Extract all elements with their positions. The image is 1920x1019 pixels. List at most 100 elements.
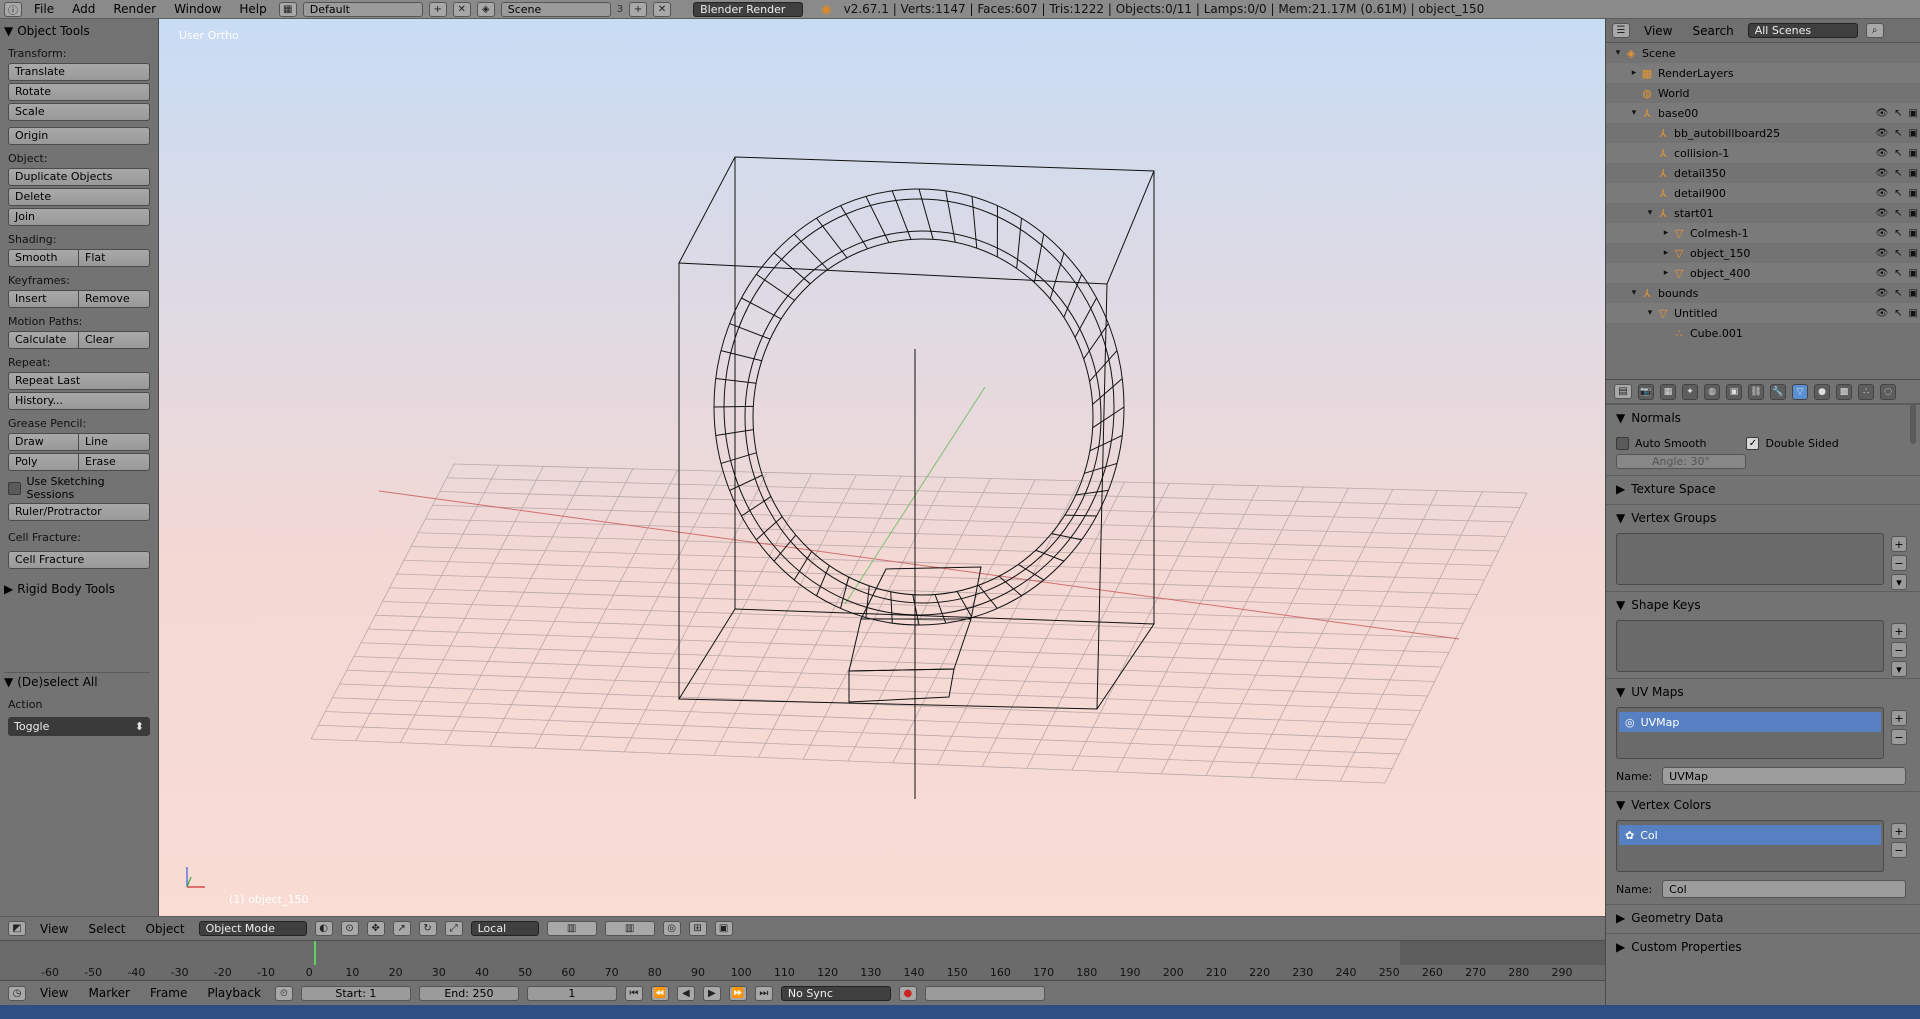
clear-button[interactable]: Clear [79, 331, 150, 349]
physics-tab-icon[interactable]: ◌ [1880, 383, 1896, 400]
cursor-icon[interactable]: ↖ [1894, 188, 1902, 199]
eye-icon[interactable]: 👁 [1875, 308, 1888, 319]
history-button[interactable]: History... [8, 392, 150, 410]
render-tab-icon[interactable]: 📷 [1638, 383, 1654, 400]
add-icon[interactable]: + [1891, 536, 1907, 552]
normals-panel-header[interactable]: ▼ Normals [1616, 409, 1910, 427]
cursor-icon[interactable]: ↖ [1894, 248, 1902, 259]
proportional-icon[interactable]: ◎ [662, 921, 681, 936]
end-frame-field[interactable]: End: 250 [418, 985, 519, 1001]
outliner-row-scene[interactable]: ▾ ◈ Scene [1606, 43, 1920, 63]
outliner-row-world[interactable]: ◍ World [1606, 83, 1920, 103]
eye-icon[interactable]: 👁 [1875, 208, 1888, 219]
add-icon[interactable]: + [1891, 623, 1907, 639]
vertex-colors-list[interactable]: ✿ Col + − [1616, 820, 1907, 872]
menu-down-icon[interactable]: ▾ [1891, 574, 1907, 590]
layers-grid-icon[interactable]: ▥ [546, 921, 597, 936]
eye-icon[interactable]: 👁 [1875, 228, 1888, 239]
menu-file[interactable]: File [28, 2, 60, 16]
cursor-icon[interactable]: ↖ [1894, 128, 1902, 139]
insert-keyframe-button[interactable]: Insert [8, 290, 79, 308]
mode-select[interactable]: Object Mode [198, 921, 307, 936]
outliner-row-colmesh-1[interactable]: ▸ ▽ Colmesh-1 👁 ↖ ▣ [1606, 223, 1920, 243]
camera-icon[interactable]: ▣ [1909, 168, 1918, 179]
delete-button[interactable]: Delete [8, 188, 150, 206]
layout-add-icon[interactable]: + [428, 1, 447, 17]
current-frame-field[interactable]: 1 [526, 985, 617, 1001]
layers-grid-2-icon[interactable]: ▥ [604, 921, 655, 936]
disclosure-triangle-icon[interactable]: ▾ [1644, 207, 1656, 219]
calculate-button[interactable]: Calculate [8, 331, 79, 349]
vertex-groups-list[interactable]: + − ▾ [1616, 533, 1907, 590]
disclosure-triangle-icon[interactable]: ▾ [1644, 307, 1656, 319]
uv-maps-panel-header[interactable]: ▼ UV Maps [1616, 683, 1910, 701]
outliner-editor-icon[interactable]: ☰ [1612, 23, 1630, 38]
menu-object[interactable]: Object [140, 922, 191, 936]
outliner-row-detail900[interactable]: ⅄ detail900 👁 ↖ ▣ [1606, 183, 1920, 203]
tl-menu-marker[interactable]: Marker [82, 986, 135, 1000]
menu-render[interactable]: Render [107, 2, 162, 16]
camera-icon[interactable]: ▣ [1909, 148, 1918, 159]
sketching-sessions-checkbox[interactable]: Use Sketching Sessions [8, 475, 150, 501]
current-frame-cursor[interactable] [314, 941, 316, 965]
orientation-select[interactable]: Local [470, 921, 539, 936]
scene-tab-icon[interactable]: ✦ [1682, 383, 1698, 400]
tl-menu-frame[interactable]: Frame [144, 986, 193, 1000]
auto-smooth-checkbox[interactable]: Auto Smooth [1616, 437, 1706, 450]
outliner-row-renderlayers[interactable]: ▸ ▦ RenderLayers [1606, 63, 1920, 83]
scene-icon[interactable]: ◈ [476, 1, 495, 17]
shape-keys-panel-header[interactable]: ▼ Shape Keys [1616, 596, 1910, 614]
tl-menu-view[interactable]: View [34, 986, 74, 1000]
3d-viewport[interactable]: User Ortho (1) object_150 [159, 19, 1605, 916]
repeat-last-button[interactable]: Repeat Last [8, 372, 150, 390]
menu-down-icon[interactable]: ▾ [1891, 661, 1907, 677]
outliner-row-base00[interactable]: ▾ ⅄ base00 👁 ↖ ▣ [1606, 103, 1920, 123]
menu-view[interactable]: View [34, 922, 74, 936]
properties-scrollbar[interactable] [1910, 404, 1916, 444]
rotate-button[interactable]: Rotate [8, 83, 150, 101]
layout-close-icon[interactable]: ✕ [452, 1, 471, 17]
layout-field[interactable]: Default [302, 1, 423, 17]
search-icon[interactable]: ⌕ [1865, 23, 1884, 38]
record-icon[interactable]: ● [898, 985, 917, 1001]
snap-icon[interactable]: ⊞ [688, 921, 707, 936]
jump-start-icon[interactable]: ⏮ [624, 985, 643, 1001]
menu-window[interactable]: Window [168, 2, 227, 16]
menu-help[interactable]: Help [233, 2, 272, 16]
eye-icon[interactable]: 👁 [1875, 188, 1888, 199]
angle-field[interactable]: Angle: 30° [1616, 454, 1746, 469]
camera-icon[interactable]: ▣ [1909, 108, 1918, 119]
rigid-body-panel-header[interactable]: ▶ Rigid Body Tools [4, 579, 150, 598]
jump-end-icon[interactable]: ⏭ [754, 985, 773, 1001]
disclosure-triangle-icon[interactable]: ▸ [1660, 247, 1672, 259]
cursor-icon[interactable]: ↖ [1894, 288, 1902, 299]
camera-icon[interactable]: ▣ [1909, 268, 1918, 279]
outliner-row-bounds[interactable]: ▾ ⅄ bounds 👁 ↖ ▣ [1606, 283, 1920, 303]
remove-icon[interactable]: − [1891, 842, 1907, 858]
sync-select[interactable]: No Sync [780, 985, 891, 1001]
cursor-icon[interactable]: ↖ [1894, 208, 1902, 219]
outliner-row-object-150[interactable]: ▸ ▽ object_150 👁 ↖ ▣ [1606, 243, 1920, 263]
info-editor-icon[interactable]: ⓘ [4, 1, 22, 17]
outliner-menu-view[interactable]: View [1638, 24, 1678, 38]
keying-set-field[interactable] [924, 985, 1045, 1001]
cursor-icon[interactable]: ↖ [1894, 308, 1902, 319]
uv-map-item[interactable]: ◎ UVMap [1619, 712, 1881, 732]
remove-icon[interactable]: − [1891, 729, 1907, 745]
outliner-row-untitled[interactable]: ▾ ▽ Untitled 👁 ↖ ▣ [1606, 303, 1920, 323]
flat-button[interactable]: Flat [79, 249, 150, 267]
render-preview-icon[interactable]: ▣ [714, 921, 733, 936]
shape-keys-list[interactable]: + − ▾ [1616, 620, 1907, 677]
camera-icon[interactable]: ▣ [1909, 308, 1918, 319]
outliner-filter-select[interactable]: All Scenes [1747, 23, 1858, 38]
modifier-tab-icon[interactable]: 🔧 [1770, 383, 1786, 400]
ruler-protractor-button[interactable]: Ruler/Protractor [8, 503, 150, 521]
play-reverse-icon[interactable]: ◀ [676, 985, 695, 1001]
uv-name-field[interactable]: UVMap [1662, 767, 1906, 785]
camera-icon[interactable]: ▣ [1909, 208, 1918, 219]
vertex-color-item[interactable]: ✿ Col [1619, 825, 1881, 845]
start-frame-field[interactable]: Start: 1 [300, 985, 411, 1001]
eye-icon[interactable]: 👁 [1875, 248, 1888, 259]
menu-select[interactable]: Select [82, 922, 131, 936]
cursor-icon[interactable]: ↖ [1894, 168, 1902, 179]
